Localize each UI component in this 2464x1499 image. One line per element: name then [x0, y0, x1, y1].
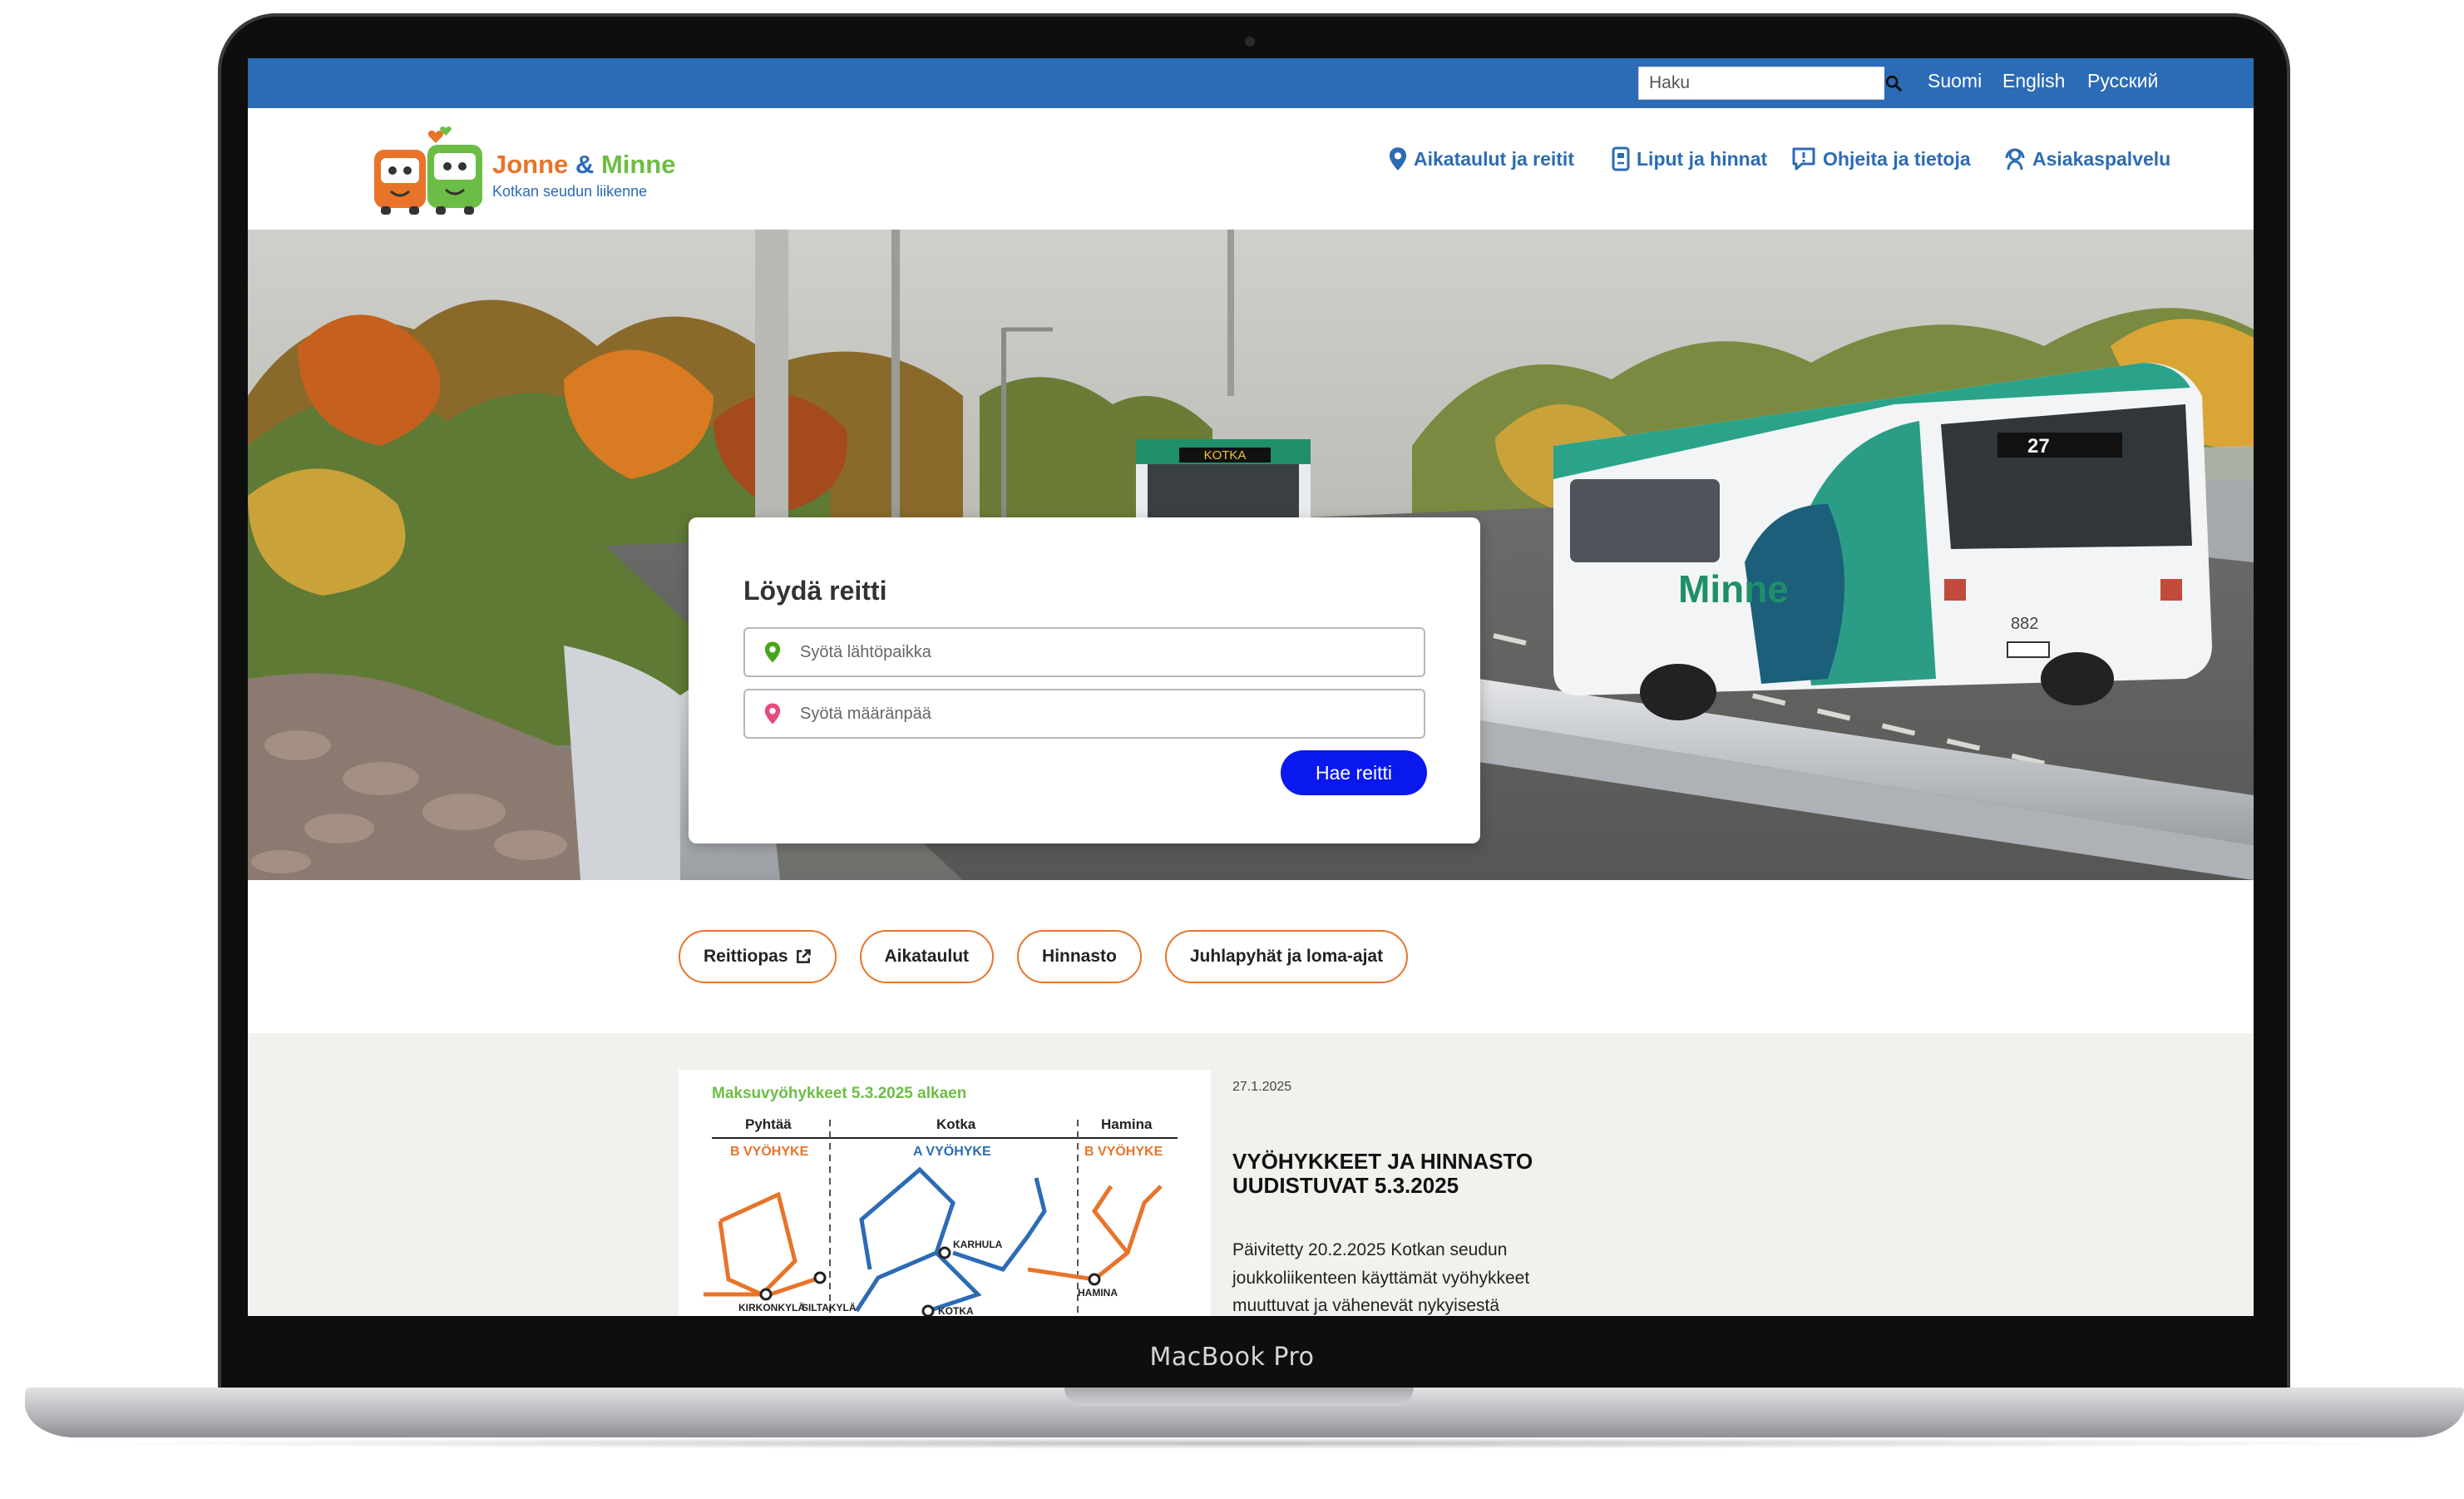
map-stop-siltakyla: SILTAKYLÄ	[802, 1301, 857, 1313]
nav-customer-service[interactable]: Asiakaspalvelu	[2004, 146, 2170, 171]
map-pin-icon	[1389, 147, 1407, 171]
laptop-shadow	[50, 1437, 2440, 1449]
lang-english[interactable]: English	[2002, 70, 2065, 92]
info-bubble-icon	[1792, 147, 1815, 171]
nav-label: Asiakaspalvelu	[2032, 147, 2171, 170]
bus-fleet-number: 882	[2011, 615, 2038, 633]
quick-link-label: Aikataulut	[884, 947, 970, 966]
nav-guides-info[interactable]: Ohjeita ja tietoja	[1791, 146, 1971, 171]
distant-bus-sign: KOTKA	[1204, 448, 1247, 463]
nav-label: Liput ja hinnat	[1637, 147, 1768, 170]
quick-link-label: Juhlapyhät ja loma-ajat	[1189, 947, 1384, 966]
quick-link-label: Hinnasto	[1042, 947, 1117, 966]
browser-screen: Suomi English Русский Jonne &	[248, 58, 2254, 1316]
nav-tickets-prices[interactable]: Liput ja hinnat	[1612, 146, 1767, 171]
route-finder-title: Löydä reitti	[743, 576, 887, 606]
quick-link-label: Reittiopas	[704, 947, 788, 966]
quick-link-route-planner[interactable]: Reittiopas	[679, 930, 837, 983]
site-logo[interactable]: Jonne & Minne Kotkan seudun liikenne	[369, 125, 702, 216]
quick-link-price-list[interactable]: Hinnasto	[1017, 930, 1142, 983]
laptop-notch	[1064, 1388, 1414, 1406]
nav-label: Ohjeita ja tietoja	[1823, 147, 1971, 170]
map-stop-kirkonkyla: KIRKONKYLÄ	[738, 1301, 805, 1313]
origin-input[interactable]	[800, 629, 1424, 675]
destination-pin-icon	[745, 690, 800, 737]
site-header: Jonne & Minne Kotkan seudun liikenne Aik…	[248, 108, 2254, 230]
origin-pin-icon	[745, 629, 800, 675]
brand-name-amp: &	[575, 150, 595, 179]
map-stop-kotka: KOTKA	[938, 1305, 974, 1316]
nav-label: Aikataulut ja reitit	[1414, 147, 1574, 170]
brand-name-jonne: Jonne	[492, 150, 569, 179]
origin-field[interactable]	[743, 627, 1425, 677]
quick-links: Reittiopas Aikataulut Hinnasto Juhlapyhä…	[679, 930, 1409, 983]
quick-link-holidays[interactable]: Juhlapyhät ja loma-ajat	[1164, 930, 1409, 983]
brand-subtitle: Kotkan seudun liikenne	[492, 183, 648, 200]
lang-russian[interactable]: Русский	[2087, 70, 2158, 92]
bus-number: 27	[2027, 435, 2050, 458]
site-search	[1638, 67, 1902, 100]
search-input[interactable]	[1639, 67, 1884, 99]
bus-side-text: Minne	[1678, 567, 1789, 611]
brand-name: Jonne & Minne	[492, 150, 676, 180]
quick-link-timetables[interactable]: Aikataulut	[859, 930, 995, 983]
headset-icon	[2005, 148, 2025, 171]
destination-input[interactable]	[800, 690, 1424, 737]
device-label: MacBook Pro	[1149, 1343, 1315, 1372]
brand-name-minne: Minne	[600, 150, 676, 179]
ticket-card-icon	[1612, 146, 1630, 171]
nav-timetables-routes[interactable]: Aikataulut ja reitit	[1389, 146, 1574, 171]
camera-icon	[1245, 37, 1255, 47]
external-link-icon	[796, 949, 811, 963]
utility-bar: Suomi English Русский	[248, 58, 2254, 108]
destination-field[interactable]	[743, 689, 1425, 739]
bus-mascots-icon	[374, 126, 482, 215]
lang-finnish[interactable]: Suomi	[1928, 70, 1982, 92]
search-route-button[interactable]: Hae reitti	[1281, 750, 1427, 795]
news-zone-map-image[interactable]: Maksuvyöhykkeet 5.3.2025 alkaen Pyhtää K…	[679, 1070, 1211, 1316]
zone-map-lines: KIRKONKYLÄ SILTAKYLÄ KARHULA HAMINA KOTK…	[704, 1120, 1178, 1316]
map-stop-hamina: HAMINA	[1078, 1287, 1118, 1299]
news-section: Maksuvyöhykkeet 5.3.2025 alkaen Pyhtää K…	[248, 1033, 2254, 1316]
map-stop-karhula: KARHULA	[953, 1239, 1003, 1250]
news-title[interactable]: Vyöhykkeet ja hinnasto uudistuvat 5.3.20…	[1232, 1150, 1615, 1197]
search-icon[interactable]	[1884, 67, 1903, 99]
news-excerpt: Päivitetty 20.2.2025 Kotkan seudun joukk…	[1232, 1240, 1530, 1316]
route-finder-card: Löydä reitti Hae reitti	[689, 517, 1480, 843]
news-date: 27.1.2025	[1232, 1080, 1292, 1094]
